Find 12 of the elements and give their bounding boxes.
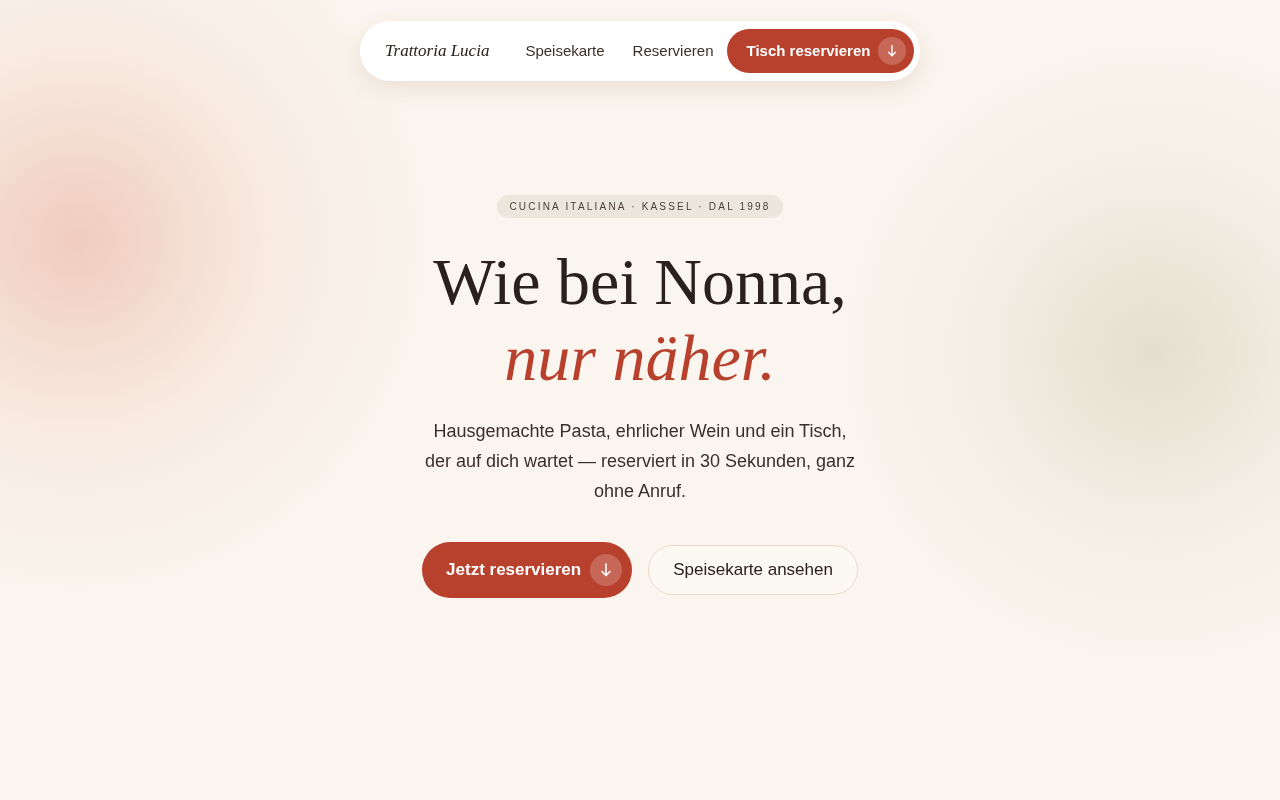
- tagline-badge: CUCINA ITALIANA · KASSEL · DAL 1998: [497, 195, 783, 218]
- reserve-button[interactable]: Jetzt reservieren: [422, 542, 633, 598]
- headline-accent: nur näher.: [504, 320, 776, 396]
- arrow-down-icon: [878, 37, 907, 65]
- menu-button[interactable]: Speisekarte ansehen: [648, 545, 858, 595]
- arrow-down-icon: [590, 554, 623, 586]
- logo[interactable]: Trattoria Lucia: [385, 38, 490, 64]
- nav-link[interactable]: Speisekarte: [511, 33, 619, 69]
- headline: Wie bei Nonna,: [433, 244, 847, 320]
- reserve-button[interactable]: Tisch reservieren: [727, 29, 915, 73]
- nav-link[interactable]: Reservieren: [618, 33, 728, 69]
- intro-text: Hausgemachte Pasta, ehrlicher Wein und ein Tisch, der auf dich wartet — reserviert in 30 Sekunden, ganz ohne Anruf.: [423, 420, 857, 503]
